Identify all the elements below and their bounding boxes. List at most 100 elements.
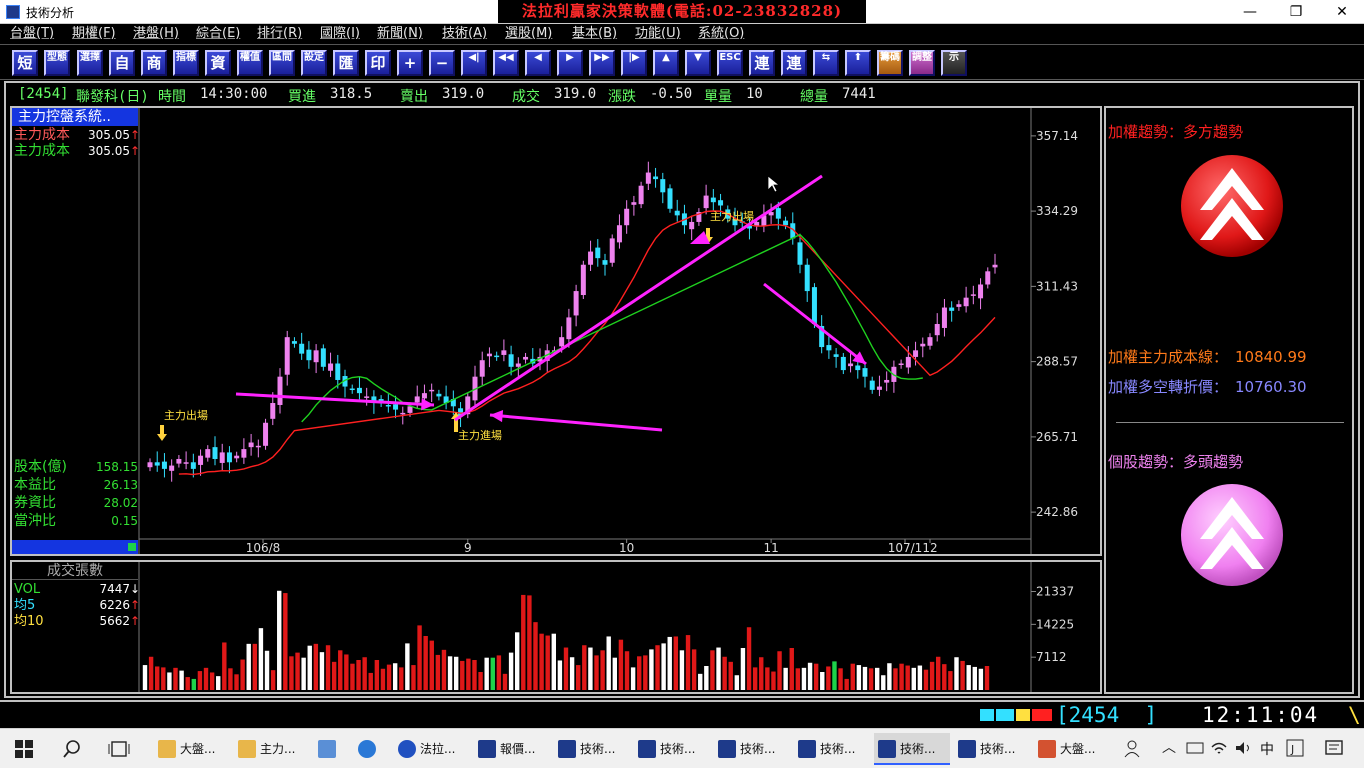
range-button[interactable]: 區間 [269, 50, 295, 76]
export-button[interactable]: 匯 [333, 50, 359, 76]
taskbar-item[interactable]: 報價... [474, 733, 550, 765]
menu-stock-pick[interactable]: 選股(M) [505, 25, 552, 42]
zoom-in-button[interactable]: + [397, 50, 423, 76]
last-button[interactable]: |▶ [621, 50, 647, 76]
ask-label: 賣出 [400, 89, 428, 105]
volume-title: 成交張數 [12, 562, 138, 580]
print-button[interactable]: 印 [365, 50, 391, 76]
taskbar-item-label: 大盤... [180, 742, 216, 756]
select-button[interactable]: 選擇 [77, 50, 103, 76]
down-button[interactable]: ▼ [685, 50, 711, 76]
ime-indicator[interactable]: 中 [1260, 739, 1274, 759]
data-button[interactable]: 資 [205, 50, 231, 76]
ime-mode-icon[interactable]: J [1286, 739, 1304, 757]
menu-fundamental[interactable]: 基本(B) [572, 25, 617, 42]
total-vol-label: 總量 [800, 89, 828, 105]
menu-bar: 台盤(T) 期權(F) 港盤(H) 綜合(E) 排行(R) 國際(I) 新聞(N… [0, 24, 1364, 43]
menu-futures[interactable]: 期權(F) [72, 25, 116, 42]
folder-icon [158, 740, 176, 758]
pe-value: 26.13 [103, 478, 138, 492]
short-button[interactable]: 短 [12, 50, 38, 76]
menu-technical[interactable]: 技術(A) [442, 25, 487, 42]
menu-composite[interactable]: 綜合(E) [196, 25, 240, 42]
zoom-out-button[interactable]: − [429, 50, 455, 76]
task-view-icon[interactable] [108, 740, 130, 758]
taskbar-item[interactable]: 法拉... [394, 733, 470, 765]
time-label: 時間 [158, 89, 186, 105]
switch-button[interactable]: ⇆ [813, 50, 839, 76]
pattern-button[interactable]: 型態 [44, 50, 70, 76]
cost-label-1: 主力成本 [14, 127, 70, 143]
indicator-button[interactable]: 指標 [173, 50, 199, 76]
chips-button[interactable]: 籌碼 [877, 50, 903, 76]
taskbar-item[interactable]: 技術... [554, 733, 630, 765]
taskbar-item-label: 法拉... [420, 742, 456, 756]
taskbar-item[interactable]: 技術... [954, 733, 1030, 765]
taskbar-item-label: 報價... [500, 742, 536, 756]
self-button[interactable]: 自 [109, 50, 135, 76]
taskbar-item-label: 技術... [660, 742, 696, 756]
search-icon[interactable] [63, 740, 81, 758]
show-button[interactable]: 示 [941, 50, 967, 76]
minimize-button[interactable]: — [1227, 0, 1273, 24]
taskbar-item[interactable] [354, 733, 390, 765]
taskbar-item[interactable]: 技術... [794, 733, 870, 765]
taskbar-item[interactable]: 技術... [874, 733, 950, 765]
people-icon[interactable] [1124, 739, 1144, 759]
lock-button[interactable]: ⬆ [845, 50, 871, 76]
pivot-value: 10760.30 [1235, 378, 1307, 396]
restore-button[interactable]: ❐ [1273, 0, 1319, 24]
taskbar-item-label: 技術... [980, 742, 1016, 756]
link-button-1[interactable]: 連 [749, 50, 775, 76]
menu-ranking[interactable]: 排行(R) [257, 25, 302, 42]
chart-app-icon [958, 740, 976, 758]
menu-hk-market[interactable]: 港盤(H) [133, 25, 179, 42]
first-button[interactable]: ◀| [461, 50, 487, 76]
menu-function[interactable]: 功能(U) [635, 25, 681, 42]
taskbar-item[interactable] [314, 733, 350, 765]
vol-label: VOL [14, 582, 41, 597]
commodity-button[interactable]: 商 [141, 50, 167, 76]
taskbar: 大盤... 主力... 法拉... 報價... 技術... 技術... 技術... 技術...… [0, 728, 1364, 768]
tray-chevron-icon[interactable]: ︿ [1162, 737, 1176, 757]
esc-button[interactable]: ESC [717, 50, 743, 76]
back-button[interactable]: ◀ [525, 50, 551, 76]
taskbar-item[interactable]: 大盤... [154, 733, 230, 765]
powerpoint-icon [1038, 740, 1056, 758]
settings-button[interactable]: 設定 [301, 50, 327, 76]
ma10-value: 5662 [99, 614, 130, 628]
volume-icon[interactable] [1234, 739, 1252, 757]
notification-icon[interactable] [1324, 739, 1344, 759]
menu-international[interactable]: 國際(I) [320, 25, 360, 42]
control-system-button[interactable]: 主力控盤系統.. [12, 108, 138, 126]
link-button-2[interactable]: 連 [781, 50, 807, 76]
vol-value: 7447 [99, 582, 130, 596]
up-button[interactable]: ▲ [653, 50, 679, 76]
menu-system[interactable]: 系統(O) [698, 25, 744, 42]
wifi-icon[interactable] [1210, 739, 1228, 757]
ma10-label: 均10 [14, 614, 44, 629]
menu-news[interactable]: 新聞(N) [377, 25, 423, 42]
close-button[interactable]: ✕ [1319, 0, 1364, 24]
scroll-thumb[interactable] [128, 543, 136, 551]
forward-button[interactable]: ▶ [557, 50, 583, 76]
weight-button[interactable]: 權值 [237, 50, 263, 76]
fast-forward-button[interactable]: ▶▶ [589, 50, 615, 76]
menu-tw-market[interactable]: 台盤(T) [10, 25, 54, 42]
taskbar-item-label: 技術... [580, 742, 616, 756]
taskbar-item[interactable]: 技術... [634, 733, 710, 765]
taskbar-item[interactable]: 主力... [234, 733, 310, 765]
status-spinner: \ [1348, 703, 1361, 727]
windows-start-icon[interactable] [15, 740, 33, 758]
software-banner: 法拉利贏家決策軟體(電話:02-23832828) [498, 0, 866, 23]
change-value: -0.50 [650, 86, 693, 102]
right-divider [1116, 422, 1344, 423]
scroll-strip[interactable] [12, 540, 138, 554]
tray-device-icon[interactable] [1186, 741, 1204, 755]
chart-app-icon [558, 740, 576, 758]
taskbar-item[interactable]: 大盤... [1034, 733, 1110, 765]
adjust-button[interactable]: 調整 [909, 50, 935, 76]
taskbar-item[interactable]: 技術... [714, 733, 790, 765]
status-color-4 [1032, 709, 1052, 721]
fast-back-button[interactable]: ◀◀ [493, 50, 519, 76]
